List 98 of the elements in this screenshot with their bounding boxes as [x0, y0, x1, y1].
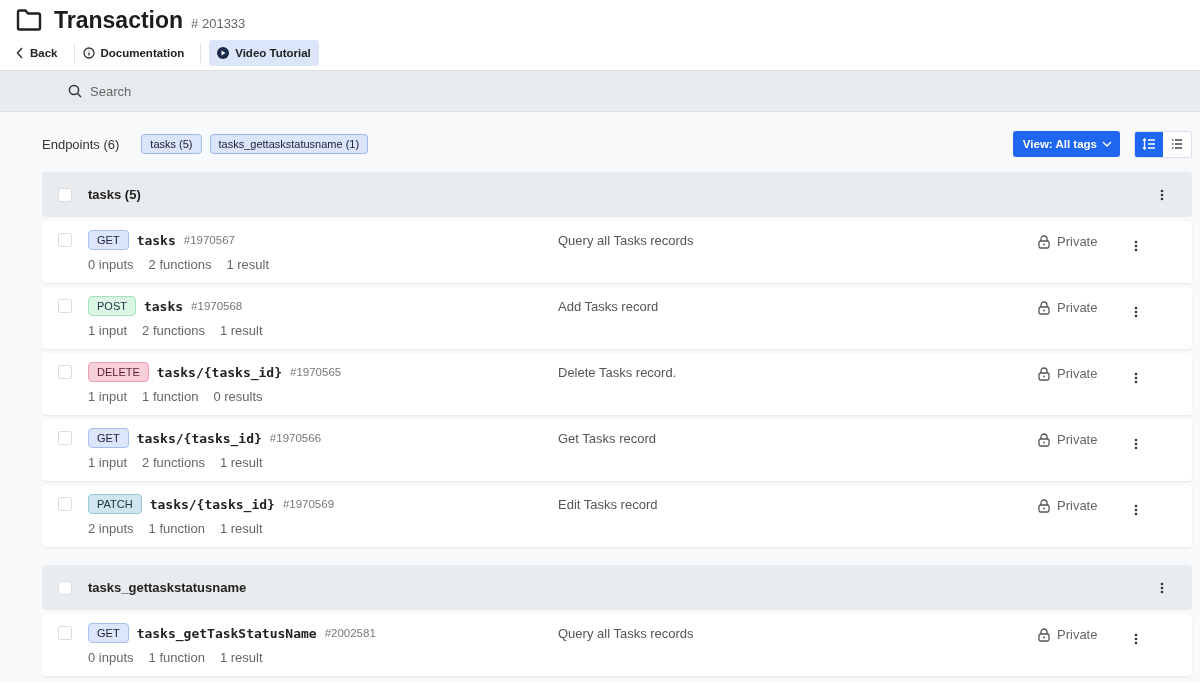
- endpoints-count: Endpoints (6): [42, 136, 120, 152]
- access-label: Private: [1057, 432, 1098, 447]
- endpoint-stat: 1 function: [148, 650, 205, 665]
- checkbox[interactable]: [58, 497, 72, 511]
- page-title: Transaction: [54, 6, 184, 34]
- checkbox[interactable]: [58, 187, 72, 202]
- more-icon[interactable]: [1134, 438, 1138, 450]
- checkbox[interactable]: [58, 580, 72, 595]
- endpoint-stat: 1 function: [148, 521, 205, 536]
- detailed-view-button[interactable]: [1135, 131, 1163, 157]
- more-icon[interactable]: [1134, 372, 1138, 384]
- more-icon[interactable]: [1134, 306, 1138, 318]
- checkbox[interactable]: [58, 365, 72, 379]
- endpoint-description: Edit Tasks record: [558, 497, 659, 512]
- endpoint-description: Query all Tasks records: [558, 233, 695, 248]
- endpoint-stat: 0 inputs: [88, 257, 134, 272]
- endpoint-description: Get Tasks record: [558, 431, 658, 446]
- endpoint-stat: 1 result: [219, 521, 263, 536]
- search-icon: [68, 84, 82, 98]
- more-icon[interactable]: [1134, 633, 1138, 645]
- endpoint-stat: 2 functions: [142, 455, 205, 470]
- method-badge: DELETE: [88, 362, 149, 382]
- more-icon[interactable]: [1134, 240, 1138, 252]
- method-badge: GET: [88, 623, 129, 643]
- group-name: tasks (5): [88, 187, 141, 202]
- lock-icon: [1038, 627, 1050, 642]
- search-field[interactable]: Search: [88, 82, 292, 100]
- endpoint-description: Delete Tasks record.: [558, 365, 678, 380]
- lock-icon: [1038, 300, 1050, 315]
- endpoint-path: tasks_getTaskStatusName: [136, 625, 317, 641]
- endpoint-stat: 2 functions: [148, 257, 212, 272]
- endpoint-stat: 0 inputs: [88, 650, 134, 665]
- endpoint-path: tasks: [136, 232, 176, 248]
- sort-list-icon: [1142, 138, 1156, 150]
- checkbox[interactable]: [58, 431, 72, 445]
- endpoint-card[interactable]: PATCH tasks/{tasks_id} #1970569 2 inputs 1 function 1 result Edit Tasks record Private: [42, 485, 1192, 547]
- list-view-button[interactable]: [1163, 131, 1191, 157]
- method-badge: GET: [88, 428, 129, 448]
- nav-button[interactable]: Documentation: [82, 40, 193, 66]
- access-label: Private: [1057, 366, 1098, 381]
- endpoint-path: tasks: [143, 298, 184, 314]
- access-label: Private: [1057, 300, 1098, 315]
- lock-icon: [1038, 432, 1050, 447]
- checkbox[interactable]: [58, 233, 72, 247]
- endpoint-stat: 2 inputs: [88, 521, 134, 536]
- chevron-down-icon: [1102, 141, 1112, 147]
- endpoint-stat: 1 function: [142, 389, 199, 404]
- record-id: # 201333: [191, 15, 246, 31]
- endpoint-id: #1970565: [290, 366, 342, 378]
- endpoint-stat: 2 functions: [142, 323, 205, 338]
- lock-icon: [1038, 234, 1050, 249]
- method-badge: PATCH: [88, 494, 142, 514]
- endpoint-stat: 0 results: [213, 389, 263, 404]
- endpoint-id: #1970568: [191, 300, 243, 312]
- endpoint-id: #1970569: [282, 498, 335, 510]
- access-label: Private: [1057, 498, 1098, 513]
- endpoint-description: Query all Tasks records: [558, 626, 695, 641]
- tag-filter-chip[interactable]: tasks (5): [141, 134, 202, 154]
- endpoint-id: #1970566: [269, 432, 322, 444]
- endpoint-stat: 1 result: [226, 257, 270, 272]
- view-dropdown[interactable]: View: All tags: [1012, 131, 1120, 157]
- list-icon: [1171, 139, 1183, 149]
- back-button[interactable]: Back: [16, 40, 66, 66]
- tag-filter-chip[interactable]: tasks_gettaskstatusname (1): [209, 134, 369, 154]
- endpoint-id: #2002581: [324, 627, 376, 639]
- endpoint-stat: 1 result: [219, 455, 263, 470]
- endpoint-description: Add Tasks record: [558, 299, 660, 314]
- endpoint-card[interactable]: GET tasks_getTaskStatusName #2002581 0 inputs 1 function 1 result Query all Tasks records Private: [42, 614, 1192, 676]
- lock-icon: [1038, 498, 1050, 513]
- endpoint-stat: 1 input: [88, 455, 128, 470]
- nav-button[interactable]: Video Tutorial: [209, 40, 319, 66]
- folder-icon: [16, 9, 42, 31]
- chevron-left-icon: [16, 47, 24, 59]
- access-label: Private: [1057, 627, 1098, 642]
- group-name: tasks_gettaskstatusname: [88, 580, 247, 595]
- endpoint-card[interactable]: GET tasks #1970567 0 inputs 2 functions 1 result Query all Tasks records Private: [42, 221, 1192, 283]
- access-label: Private: [1057, 234, 1098, 249]
- endpoint-stat: 1 result: [219, 650, 263, 665]
- endpoint-card[interactable]: POST tasks #1970568 1 input 2 functions 1 result Add Tasks record Private: [42, 287, 1192, 349]
- more-icon[interactable]: [1160, 188, 1164, 201]
- endpoint-card[interactable]: GET tasks/{tasks_id} #1970566 1 input 2 functions 1 result Get Tasks record Private: [42, 419, 1192, 481]
- endpoint-id: #1970567: [183, 234, 235, 246]
- method-badge: GET: [88, 230, 129, 250]
- endpoint-card[interactable]: DELETE tasks/{tasks_id} #1970565 1 input 1 function 0 results Delete Tasks record. Private: [42, 353, 1192, 415]
- lock-icon: [1038, 366, 1050, 381]
- endpoint-path: tasks/{tasks_id}: [156, 364, 283, 380]
- endpoint-path: tasks/{tasks_id}: [136, 430, 262, 446]
- checkbox[interactable]: [58, 626, 72, 640]
- endpoint-stat: 1 result: [219, 323, 263, 338]
- checkbox[interactable]: [58, 299, 72, 313]
- method-badge: POST: [88, 296, 136, 316]
- endpoint-stat: 1 input: [88, 323, 128, 338]
- more-icon[interactable]: [1160, 581, 1164, 594]
- endpoint-path: tasks/{tasks_id}: [149, 496, 275, 512]
- info-icon: [82, 47, 95, 59]
- more-icon[interactable]: [1134, 504, 1138, 516]
- endpoint-stat: 1 input: [88, 389, 128, 404]
- play-icon: [217, 47, 230, 59]
